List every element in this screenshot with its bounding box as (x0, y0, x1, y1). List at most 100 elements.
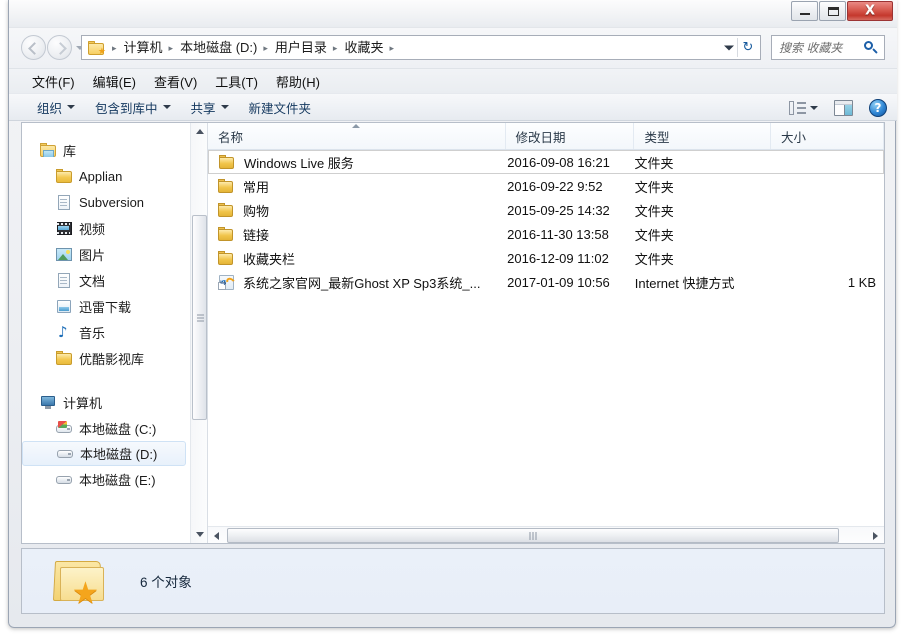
sidebar-item-label: 优酷影视库 (79, 349, 144, 368)
navigation-pane-scrollbar[interactable] (190, 123, 207, 543)
sidebar-item-pictures[interactable]: 图片 (22, 241, 192, 267)
include-in-library-button[interactable]: 包含到库中 (85, 95, 181, 120)
content-area: 库 Applian Subversion (21, 122, 885, 544)
view-mode-chevron-down-icon[interactable] (810, 106, 818, 110)
downloads-library-icon (56, 299, 73, 314)
maximize-button[interactable] (819, 1, 846, 21)
sidebar-item-local-disk-c[interactable]: 本地磁盘 (C:) (22, 415, 192, 441)
sidebar-item-documents[interactable]: 文档 (22, 267, 192, 293)
breadcrumb-separator: ▸ (166, 40, 178, 56)
refresh-icon[interactable]: ↻ (740, 40, 756, 56)
sidebar-item-label: 迅雷下载 (79, 297, 131, 316)
breadcrumb-separator: ▸ (330, 40, 342, 56)
column-header-name[interactable]: 名称 (208, 123, 506, 149)
sidebar-item-applian[interactable]: Applian (22, 163, 192, 189)
file-type: 文件夹 (635, 201, 771, 220)
sidebar-item-label: 文档 (79, 271, 105, 290)
pictures-library-icon (56, 247, 73, 262)
column-header-label: 名称 (218, 127, 243, 146)
preview-pane-icon[interactable] (834, 100, 853, 116)
breadcrumb-item-user-directory[interactable]: 用户目录 (272, 38, 330, 58)
close-button[interactable]: X (847, 1, 893, 21)
column-header-size[interactable]: 大小 (771, 123, 884, 149)
share-button[interactable]: 共享 (181, 95, 239, 120)
menu-edit[interactable]: 编辑(E) (84, 69, 145, 94)
file-name-cell: 常用 (208, 177, 506, 196)
search-icon[interactable] (863, 40, 879, 56)
sidebar-item-local-disk-d[interactable]: 本地磁盘 (D:) (22, 441, 186, 466)
file-date: 2016-09-08 16:21 (506, 155, 634, 170)
column-headers: 名称 修改日期 类型 大小 (208, 123, 884, 150)
column-header-type[interactable]: 类型 (634, 123, 770, 149)
sidebar-item-music[interactable]: ♪ 音乐 (22, 319, 192, 345)
document-icon (56, 195, 73, 210)
scroll-up-arrow-icon[interactable] (191, 123, 208, 140)
resize-grip[interactable] (881, 613, 893, 625)
file-type: 文件夹 (635, 177, 771, 196)
view-mode-icon[interactable] (789, 101, 806, 115)
address-bar[interactable]: ★ ▸ 计算机 ▸ 本地磁盘 (D:) ▸ 用户目录 ▸ 收藏夹 ▸ ↻ (81, 35, 761, 60)
horizontal-scroll-thumb[interactable] (227, 528, 839, 543)
details-pane: ★ 6 个对象 (21, 548, 885, 614)
folder-icon (56, 169, 73, 184)
music-library-icon: ♪ (56, 325, 73, 340)
scroll-right-arrow-icon[interactable] (867, 527, 884, 543)
file-date: 2016-12-09 11:02 (506, 251, 635, 266)
breadcrumb-separator: ▸ (386, 40, 398, 56)
search-input[interactable]: 搜索 收藏夹 (779, 39, 863, 56)
file-name: 系统之家官网_最新Ghost XP Sp3系统_... (243, 273, 480, 292)
minimize-button[interactable] (791, 1, 818, 21)
organize-button[interactable]: 组织 (27, 95, 85, 120)
navigation-pane: 库 Applian Subversion (22, 123, 208, 543)
sidebar-item-library-root[interactable]: 库 (22, 137, 192, 163)
sort-ascending-icon (352, 124, 360, 128)
folder-icon (218, 227, 235, 242)
command-toolbar: 组织 包含到库中 共享 新建文件夹 ? (9, 93, 897, 121)
back-button[interactable] (21, 35, 46, 60)
table-row[interactable]: 常用 2016-09-22 9:52 文件夹 (208, 174, 884, 198)
menu-help[interactable]: 帮助(H) (267, 69, 329, 94)
search-box[interactable]: 搜索 收藏夹 (771, 35, 885, 60)
sidebar-item-subversion[interactable]: Subversion (22, 189, 192, 215)
folder-icon (218, 203, 235, 218)
sidebar-item-youku-library[interactable]: 优酷影视库 (22, 345, 192, 371)
menu-view[interactable]: 查看(V) (145, 69, 206, 94)
sidebar-item-thunder-downloads[interactable]: 迅雷下载 (22, 293, 192, 319)
menu-tools[interactable]: 工具(T) (206, 69, 267, 94)
chevron-down-icon (221, 105, 229, 109)
address-chevron-down-icon[interactable] (724, 45, 734, 50)
sidebar-item-videos[interactable]: 视频 (22, 215, 192, 241)
file-size: 1 KB (771, 275, 884, 290)
file-list-horizontal-scrollbar[interactable] (208, 526, 884, 543)
scroll-left-arrow-icon[interactable] (208, 527, 225, 543)
organize-label: 组织 (37, 98, 62, 117)
menu-file[interactable]: 文件(F) (23, 69, 84, 94)
breadcrumb-item-computer[interactable]: 计算机 (121, 38, 166, 58)
menu-bar: 文件(F) 编辑(E) 查看(V) 工具(T) 帮助(H) (9, 68, 897, 93)
forward-button[interactable] (47, 35, 72, 60)
navigation-buttons (21, 35, 84, 60)
breadcrumb-item-favorites[interactable]: 收藏夹 (341, 38, 386, 58)
close-icon: X (848, 5, 892, 18)
table-row[interactable]: 链接 2016-11-30 13:58 文件夹 (208, 222, 884, 246)
sidebar-item-local-disk-e[interactable]: 本地磁盘 (E:) (22, 466, 192, 492)
table-row[interactable]: Windows Live 服务 2016-09-08 16:21 文件夹 (208, 150, 884, 174)
include-in-library-label: 包含到库中 (95, 98, 158, 117)
file-date: 2015-09-25 14:32 (506, 203, 635, 218)
sidebar-item-computer-root[interactable]: 计算机 (22, 389, 192, 415)
file-name: 链接 (243, 225, 269, 244)
new-folder-button[interactable]: 新建文件夹 (239, 95, 322, 120)
table-row[interactable]: 收藏夹栏 2016-12-09 11:02 文件夹 (208, 246, 884, 270)
share-label: 共享 (191, 98, 216, 117)
column-header-date-modified[interactable]: 修改日期 (506, 123, 635, 149)
breadcrumb-item-local-disk-d[interactable]: 本地磁盘 (D:) (177, 38, 260, 58)
file-name-cell: 收藏夹栏 (208, 249, 506, 268)
table-row[interactable]: 购物 2015-09-25 14:32 文件夹 (208, 198, 884, 222)
vertical-scroll-thumb[interactable] (192, 215, 207, 420)
table-row[interactable]: e 系统之家官网_最新Ghost XP Sp3系统_... 2017-01-09… (208, 270, 884, 294)
scroll-down-arrow-icon[interactable] (191, 526, 208, 543)
help-icon[interactable]: ? (869, 99, 887, 117)
window-controls: X (791, 1, 893, 21)
minimize-icon (800, 13, 810, 15)
sidebar-item-label: 本地磁盘 (C:) (79, 419, 156, 438)
